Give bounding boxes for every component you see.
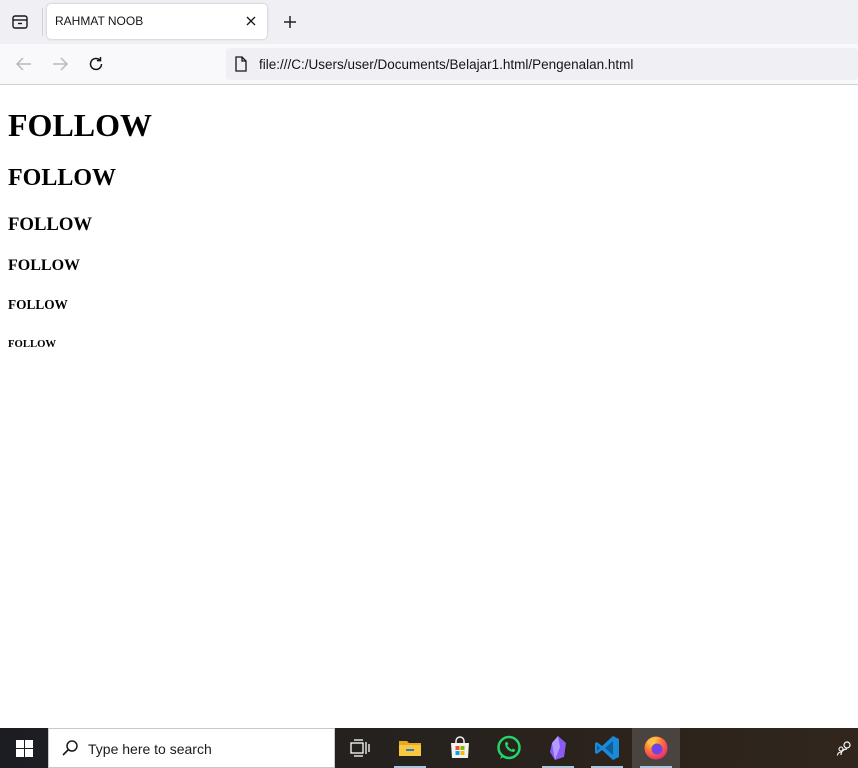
start-button[interactable]	[0, 728, 48, 768]
tab-list-button[interactable]	[8, 11, 32, 33]
tab-close-button[interactable]	[243, 13, 259, 29]
heading-6: FOLLOW	[8, 338, 57, 350]
taskbar: Type here to search	[0, 728, 858, 768]
search-icon	[62, 740, 78, 756]
url-text[interactable]: file:///C:/Users/user/Documents/Belajar1…	[259, 57, 633, 72]
obsidian-button[interactable]	[534, 728, 582, 768]
tab-list-icon	[12, 15, 28, 29]
search-placeholder: Type here to search	[88, 741, 212, 757]
vs-code-button[interactable]	[583, 728, 631, 768]
firefox-icon	[644, 736, 668, 760]
windows-logo-icon	[15, 739, 33, 757]
forward-arrow-icon	[53, 57, 69, 71]
tab-strip-divider	[42, 8, 43, 36]
heading-3: FOLLOW	[8, 214, 93, 235]
people-button[interactable]	[836, 738, 854, 758]
back-arrow-icon	[15, 57, 31, 71]
tab-title: RAHMAT NOOB	[55, 14, 144, 28]
heading-1: FOLLOW	[8, 107, 153, 143]
task-view-button[interactable]	[336, 728, 384, 768]
page-icon	[235, 56, 247, 72]
navigation-bar: file:///C:/Users/user/Documents/Belajar1…	[0, 44, 858, 85]
firefox-button[interactable]	[632, 728, 680, 768]
whatsapp-button[interactable]	[485, 728, 533, 768]
task-view-icon	[350, 739, 370, 757]
people-icon	[837, 741, 851, 756]
obsidian-icon	[550, 736, 566, 760]
reload-button[interactable]	[86, 54, 106, 74]
whatsapp-icon	[497, 735, 521, 760]
reload-icon	[89, 57, 103, 71]
page-content: FOLLOW FOLLOW FOLLOW FOLLOW FOLLOW FOLLO…	[0, 85, 858, 728]
vs-code-icon	[595, 736, 619, 760]
microsoft-store-button[interactable]	[436, 728, 484, 768]
url-bar[interactable]: file:///C:/Users/user/Documents/Belajar1…	[226, 48, 858, 80]
taskbar-search-box[interactable]: Type here to search	[48, 728, 335, 768]
tab-strip: RAHMAT NOOB	[0, 0, 858, 44]
file-explorer-icon	[399, 741, 421, 756]
heading-4: FOLLOW	[8, 257, 81, 274]
close-icon	[246, 16, 256, 26]
new-tab-button[interactable]	[280, 12, 300, 32]
heading-5: FOLLOW	[8, 297, 68, 312]
back-button[interactable]	[14, 54, 34, 74]
plus-icon	[284, 16, 296, 28]
browser-tab[interactable]: RAHMAT NOOB	[47, 4, 267, 39]
microsoft-store-icon	[451, 736, 469, 758]
file-explorer-button[interactable]	[386, 728, 434, 768]
forward-button[interactable]	[50, 54, 70, 74]
heading-2: FOLLOW	[8, 165, 117, 191]
